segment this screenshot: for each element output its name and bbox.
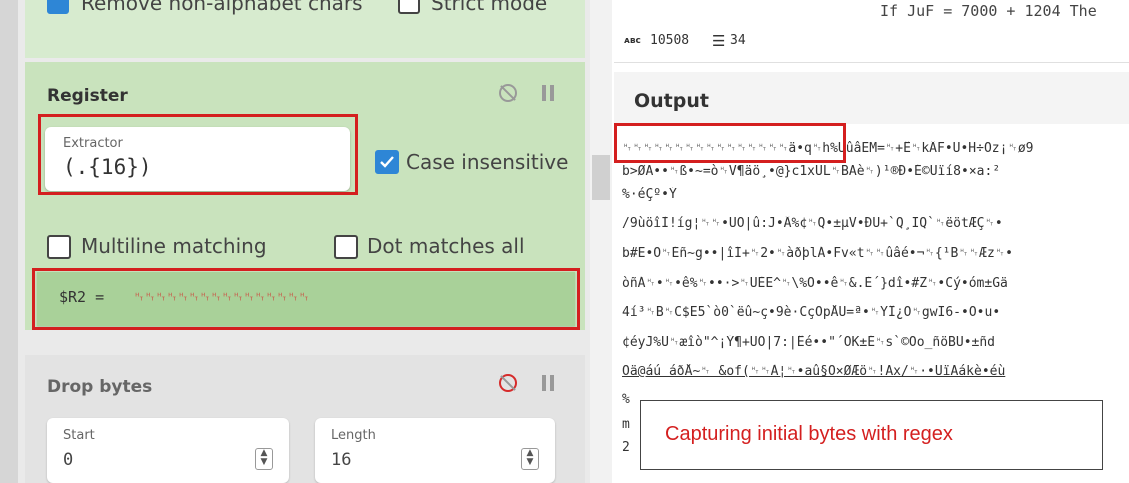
output-title: Output xyxy=(634,90,709,112)
length-field[interactable]: Length 16 ▲ ▼ xyxy=(315,418,555,483)
drop-bytes-operation: Drop bytes Start 0 ▲ ▼ Length 16 ▲ ▼ xyxy=(25,355,585,483)
output-line: %·éÇº•Ý xyxy=(622,187,677,202)
stepper-icon[interactable]: ▲ ▼ xyxy=(521,448,539,470)
pane-divider[interactable] xyxy=(590,0,612,483)
callout-text: Capturing initial bytes with regex xyxy=(665,423,953,445)
strict-mode-label: Strict mode xyxy=(431,0,548,15)
length-value[interactable]: 16 xyxy=(331,450,351,470)
output-line: m xyxy=(622,417,630,432)
output-line: òñÁ␉•␉•ê%␉••·>␉ÜÈË^␉\%O••ê␉&.È´}dî•#Z␉•C… xyxy=(622,276,1008,291)
register-title: Register xyxy=(47,86,128,106)
extractor-highlight xyxy=(38,114,358,195)
output-line: 4í³␉B␉C$E5`ò0`ëû~ç•9è·CçOpÅÜ=ª•␉YÎ¿Õ␉gwI… xyxy=(622,305,1001,320)
lines-icon: ☰ xyxy=(712,32,726,50)
output-line: ¢éyJ%Ú␉æîò"^¡Ý¶+UÒ|7:|Êé••"´ÓK±É␉s`©Oo_ñ… xyxy=(622,335,995,350)
disable-icon[interactable] xyxy=(499,374,517,392)
input-area: If JuF = 7000 + 1204 The ᴀʙᴄ 10508 ☰ 34 xyxy=(614,0,1129,63)
start-field[interactable]: Start 0 ▲ ▼ xyxy=(47,418,289,483)
input-lines: 34 xyxy=(730,33,746,48)
annotation-callout: Capturing initial bytes with regex xyxy=(640,400,1103,470)
divider-handle[interactable] xyxy=(592,155,610,200)
disable-icon[interactable] xyxy=(499,84,517,102)
dotall-checkbox[interactable] xyxy=(334,235,358,259)
start-label: Start xyxy=(63,428,95,443)
start-value[interactable]: 0 xyxy=(63,450,73,470)
multiline-checkbox[interactable] xyxy=(47,235,71,259)
previous-operation-options: Remove non-alphabet chars Strict mode xyxy=(25,0,585,58)
case-insensitive-checkbox[interactable] xyxy=(375,150,399,174)
dotall-label: Dot matches all xyxy=(367,234,525,258)
output-line: b#Ë•Ö␉Éñ~g••|îÍ+␉2•␉àðþlÁ•Fv«t␉␉ûâé•¬␉{¹… xyxy=(622,246,1014,261)
remove-nonalpha-label: Remove non-alphabet chars xyxy=(81,0,363,15)
case-insensitive-label: Case insensitive xyxy=(406,150,569,174)
multiline-label: Multiline matching xyxy=(81,234,267,258)
stepper-icon[interactable]: ▲ ▼ xyxy=(255,448,273,470)
remove-nonalpha-checkbox[interactable] xyxy=(47,0,69,14)
length-label: Length xyxy=(331,428,376,443)
drop-bytes-title: Drop bytes xyxy=(47,377,153,397)
output-line: Oä@áú áðÅ~␉ &of(␉␉À¦␉•aû§Ò×ØÆö␉!Äx/␉·•Ûï… xyxy=(622,364,1006,379)
register-output-highlight xyxy=(32,268,580,330)
strict-mode-checkbox[interactable] xyxy=(398,0,420,14)
input-text-fragment: If JuF = 7000 + 1204 The xyxy=(880,2,1097,20)
output-line: /9ùöîÌ!íg¦␉␉•ÚÔ|û:J•Â%¢␉Q•±µV•ÐÙ+`Q¸IQ`␉… xyxy=(622,216,1003,231)
output-line: 2 xyxy=(622,440,630,455)
output-line: % xyxy=(622,392,630,407)
length-icon: ᴀʙᴄ xyxy=(624,36,641,46)
pause-icon[interactable] xyxy=(542,375,554,391)
output-capture-highlight xyxy=(614,123,846,163)
recipe-scroll-strip[interactable] xyxy=(0,0,18,483)
pause-icon[interactable] xyxy=(542,85,554,101)
input-length: 10508 xyxy=(650,33,690,48)
checkmark-icon xyxy=(380,156,394,168)
output-line: b>ØÃ••␉ß•~=ò␉V¶äö¸•@}c1xÙL␉BÃè␉)¹®Ð•É©Ùï… xyxy=(622,164,1001,179)
output-header: Output xyxy=(614,72,1129,124)
